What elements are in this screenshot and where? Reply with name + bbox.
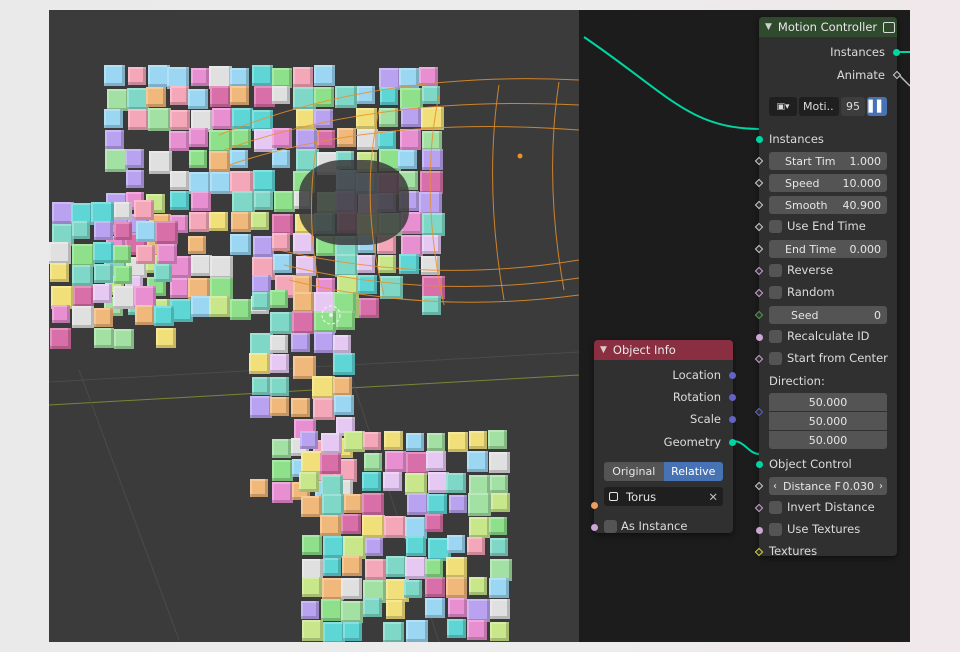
textures-label: Textures	[769, 544, 818, 558]
fake-user-icon[interactable]: ▌▌	[867, 97, 887, 116]
direction-x-value: 50.000	[808, 395, 848, 409]
output-geometry-socket[interactable]	[729, 439, 736, 446]
start-time-label: Start Tim	[785, 154, 836, 168]
use-end-time-label: Use End Time	[787, 219, 866, 233]
input-instances-socket[interactable]	[756, 136, 763, 143]
direction-y-field[interactable]: 50.000	[769, 412, 887, 430]
distance-value: 0.030	[842, 479, 875, 493]
seed-field[interactable]: Seed 0	[769, 306, 887, 324]
direction-z-value: 50.000	[808, 433, 848, 447]
invert-distance-label: Invert Distance	[787, 500, 875, 514]
end-time-label: End Time	[785, 242, 837, 256]
relative-option[interactable]: Relative	[663, 462, 723, 481]
object-selector[interactable]: Torus ✕	[604, 487, 723, 506]
random-label: Random	[787, 285, 835, 299]
node-tree-dropdown[interactable]: ▣▾	[769, 97, 797, 116]
input-instances-label: Instances	[769, 132, 824, 146]
object-icon	[609, 492, 618, 501]
output-geometry-label: Geometry	[663, 435, 721, 449]
smooth-value: 40.900	[842, 198, 882, 212]
seed-value: 0	[874, 308, 881, 322]
motion-controller-title: Motion Controller	[777, 20, 878, 34]
3d-viewport[interactable]	[49, 10, 579, 642]
end-time-field[interactable]: End Time 0.000	[769, 240, 887, 258]
object-info-node[interactable]: ▼ Object Info Location Rotation Scale Ge…	[591, 340, 736, 533]
output-instances-socket[interactable]	[893, 49, 900, 56]
collapse-chevron-icon[interactable]: ▼	[765, 22, 772, 32]
reverse-checkbox[interactable]	[769, 264, 782, 277]
end-time-value: 0.000	[849, 242, 882, 256]
smooth-label: Smooth	[785, 198, 828, 212]
seed-label: Seed	[791, 308, 819, 322]
output-instances-label: Instances	[830, 45, 885, 59]
speed-value: 10.000	[842, 176, 882, 190]
origin-dot-icon	[517, 153, 523, 159]
recalculate-id-socket[interactable]	[756, 334, 763, 341]
speed-label: Speed	[785, 176, 820, 190]
output-scale-label: Scale	[690, 412, 721, 426]
start-from-center-label: Start from Center	[787, 351, 888, 365]
object-control-label: Object Control	[769, 457, 852, 471]
as-instance-socket[interactable]	[591, 524, 598, 531]
start-time-field[interactable]: Start Tim 1.000	[769, 152, 887, 170]
smooth-field[interactable]: Smooth 40.900	[769, 196, 887, 214]
output-rotation-label: Rotation	[672, 390, 721, 404]
use-textures-checkbox[interactable]	[769, 523, 782, 536]
direction-label: Direction:	[769, 374, 825, 388]
clear-x-icon[interactable]: ✕	[708, 490, 718, 504]
increment-arrow-icon[interactable]: ›	[879, 481, 883, 492]
node-editor[interactable]: ▼ Motion Controller Instances Animate ▣▾…	[579, 10, 910, 642]
output-scale-socket[interactable]	[729, 416, 736, 423]
object-control-socket[interactable]	[756, 461, 763, 468]
output-location-label: Location	[672, 368, 721, 382]
direction-z-field[interactable]: 50.000	[769, 431, 887, 449]
recalculate-id-checkbox[interactable]	[769, 330, 782, 343]
direction-y-value: 50.000	[808, 414, 848, 428]
motion-controller-header[interactable]: ▼ Motion Controller	[759, 17, 897, 37]
torus-wireframe	[218, 78, 579, 325]
output-rotation-socket[interactable]	[729, 394, 736, 401]
random-checkbox[interactable]	[769, 286, 782, 299]
node-group-icon[interactable]	[883, 21, 896, 33]
start-time-value: 1.000	[849, 154, 882, 168]
object-input-socket[interactable]	[591, 502, 598, 509]
as-instance-checkbox[interactable]	[604, 520, 617, 533]
as-instance-label: As Instance	[621, 519, 688, 533]
object-name: Torus	[626, 489, 657, 504]
start-from-center-checkbox[interactable]	[769, 352, 782, 365]
transform-space-toggle[interactable]: Original Relative	[604, 462, 723, 481]
reverse-label: Reverse	[787, 263, 834, 277]
node-tree-users[interactable]: 95	[841, 97, 865, 116]
node-group-selector[interactable]: ▣▾ Moti.. 95 ▌▌	[769, 97, 887, 116]
original-option[interactable]: Original	[604, 462, 664, 481]
use-textures-label: Use Textures	[787, 522, 861, 536]
output-location-socket[interactable]	[729, 372, 736, 379]
speed-field[interactable]: Speed 10.000	[769, 174, 887, 192]
object-info-header[interactable]: ▼ Object Info	[594, 340, 733, 360]
blender-window: ▼ Motion Controller Instances Animate ▣▾…	[49, 10, 910, 642]
decrement-arrow-icon[interactable]: ‹	[773, 481, 777, 492]
invert-distance-checkbox[interactable]	[769, 501, 782, 514]
collapse-chevron-icon[interactable]: ▼	[600, 345, 607, 355]
distance-label: Distance F	[783, 479, 841, 493]
motion-controller-node[interactable]: ▼ Motion Controller Instances Animate ▣▾…	[754, 17, 902, 558]
use-end-time-checkbox[interactable]	[769, 220, 782, 233]
recalculate-id-label: Recalculate ID	[787, 329, 870, 343]
output-animate-label: Animate	[836, 68, 885, 82]
use-textures-socket[interactable]	[756, 527, 763, 534]
node-tree-name[interactable]: Moti..	[799, 97, 839, 116]
distance-field[interactable]: ‹ Distance F 0.030 ›	[769, 477, 887, 495]
direction-x-field[interactable]: 50.000	[769, 393, 887, 411]
node-tree-icon: ▣▾	[776, 101, 790, 112]
object-info-title: Object Info	[612, 343, 676, 357]
